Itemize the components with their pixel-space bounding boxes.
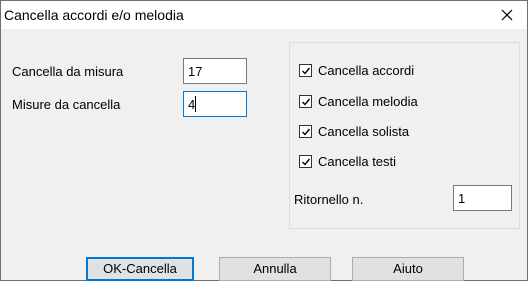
close-icon xyxy=(501,9,513,21)
checkmark-icon xyxy=(302,98,311,106)
from-measure-label: Cancella da misura xyxy=(12,64,124,79)
chorus-number-input[interactable] xyxy=(453,185,512,211)
checkmark-icon xyxy=(302,128,311,136)
clear-melody-label: Cancella melodia xyxy=(318,94,418,109)
clear-chords-label: Cancella accordi xyxy=(318,63,415,78)
text-caret xyxy=(195,96,196,112)
title-bar: Cancella accordi e/o melodia xyxy=(1,1,527,29)
help-button[interactable]: Aiuto xyxy=(352,257,464,281)
dialog-window: Cancella accordi e/o melodia Cancella da… xyxy=(0,0,528,281)
ok-clear-button[interactable]: OK-Cancella xyxy=(86,257,194,281)
clear-soloist-label: Cancella solista xyxy=(318,124,410,139)
chorus-number-label: Ritornello n. xyxy=(294,192,364,207)
clear-lyrics-checkbox[interactable] xyxy=(299,155,312,168)
from-measure-input[interactable] xyxy=(183,58,247,84)
clear-lyrics-label: Cancella testi xyxy=(318,154,397,169)
clear-soloist-checkbox[interactable] xyxy=(299,125,312,138)
cancel-button[interactable]: Annulla xyxy=(219,257,331,281)
dialog-title: Cancella accordi e/o melodia xyxy=(4,7,184,23)
measures-count-input[interactable] xyxy=(183,91,247,117)
checkmark-icon xyxy=(302,67,311,75)
checkmark-icon xyxy=(302,158,311,166)
clear-melody-checkbox[interactable] xyxy=(299,95,312,108)
close-button[interactable] xyxy=(487,1,527,29)
clear-chords-checkbox[interactable] xyxy=(299,64,312,77)
measures-count-label: Misure da cancella xyxy=(12,97,121,112)
